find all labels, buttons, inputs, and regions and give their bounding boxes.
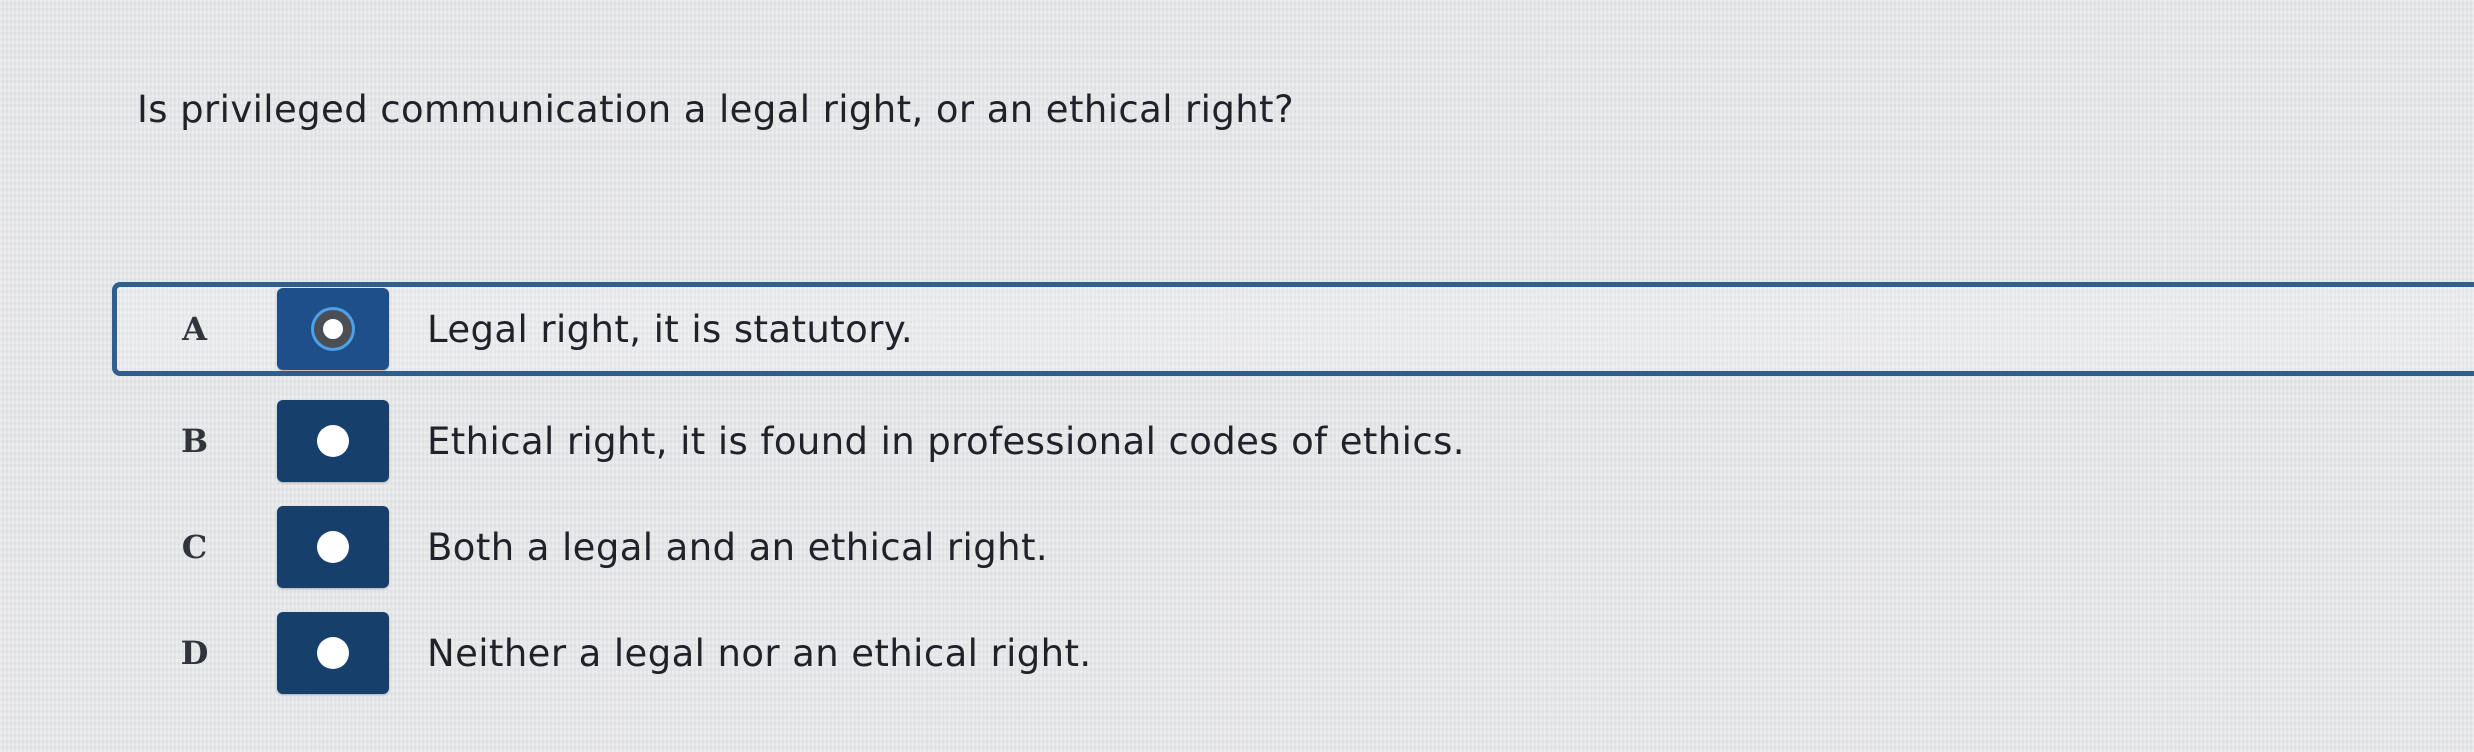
option-letter: C <box>181 528 208 566</box>
radio-button-c[interactable] <box>277 506 389 588</box>
option-a[interactable]: A Legal right, it is statutory. <box>112 282 2474 376</box>
radio-button-d[interactable] <box>277 612 389 694</box>
option-letter: A <box>182 310 207 348</box>
radio-button-b[interactable] <box>277 400 389 482</box>
radio-unselected-icon <box>317 531 349 563</box>
option-label: Both a legal and an ethical right. <box>427 525 1049 569</box>
option-letter: D <box>180 634 209 672</box>
radio-selected-icon <box>314 310 352 348</box>
option-b[interactable]: B Ethical right, it is found in professi… <box>112 394 2474 488</box>
option-c[interactable]: C Both a legal and an ethical right. <box>112 500 2474 594</box>
answer-options: A Legal right, it is statutory. B Ethica… <box>0 0 2474 752</box>
radio-button-a[interactable] <box>277 288 389 370</box>
option-label: Ethical right, it is found in profession… <box>427 419 1465 463</box>
radio-unselected-icon <box>317 637 349 669</box>
radio-unselected-icon <box>317 425 349 457</box>
option-letter: B <box>180 422 209 460</box>
option-label: Neither a legal nor an ethical right. <box>427 631 1092 675</box>
option-d[interactable]: D Neither a legal nor an ethical right. <box>112 606 2474 700</box>
option-label: Legal right, it is statutory. <box>427 307 914 351</box>
